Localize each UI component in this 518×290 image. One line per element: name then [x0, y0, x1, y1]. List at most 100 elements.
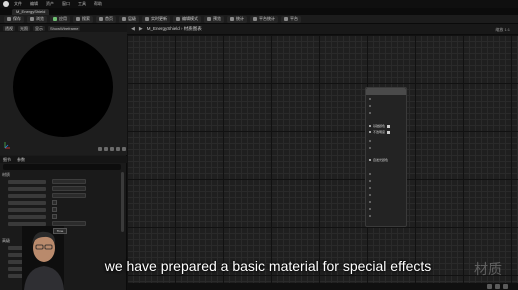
node-pin[interactable]: [369, 194, 371, 196]
node-pin[interactable]: [369, 215, 371, 217]
breadcrumb-asset[interactable]: M_EnergyShield: [147, 26, 180, 31]
save-button[interactable]: 保存: [4, 15, 24, 23]
section-advanced[interactable]: 高级: [2, 238, 10, 243]
stats-button[interactable]: 统计: [227, 15, 247, 23]
details-scrollbar[interactable]: [121, 172, 124, 232]
node-pin[interactable]: [369, 208, 371, 210]
live-update-button[interactable]: 实时更新: [142, 15, 170, 23]
toolbar: 保存 浏览 应用 搜索 首页 层级 实时更新 编辑模式 预览 统计 平台统计 平…: [0, 15, 518, 24]
viewport-show-button[interactable]: 显示: [33, 25, 45, 31]
watermark: 材质: [474, 262, 502, 278]
pin-base-color[interactable]: 基础颜色: [369, 124, 391, 128]
node-tooltip: Time: [53, 228, 67, 234]
axis-gizmo-icon: [4, 142, 10, 149]
content-drawer-icon[interactable]: [487, 284, 492, 289]
pin-opacity[interactable]: 不透明度: [369, 130, 391, 134]
graph-breadcrumb-bar: ◀ ▶ M_EnergyShield › 材质图表: [127, 24, 518, 35]
node-pin[interactable]: [369, 180, 371, 182]
pin-opacity-label: 不透明度: [373, 130, 386, 134]
preview-button-label: 预览: [213, 16, 221, 21]
source-control-icon[interactable]: [503, 284, 508, 289]
live-update-button-label: 实时更新: [151, 16, 167, 21]
apply-button-label: 应用: [59, 16, 67, 21]
browse-button[interactable]: 浏览: [27, 15, 47, 23]
node-pin[interactable]: [369, 98, 371, 100]
live-update-icon: [145, 17, 149, 21]
plane-preview-icon[interactable]: [110, 147, 114, 151]
property-label: [8, 208, 46, 212]
pin-checkbox-icon[interactable]: [387, 124, 391, 128]
platform-icon: [284, 17, 288, 21]
property-dropdown[interactable]: [52, 179, 86, 184]
property-label: [8, 201, 46, 205]
menu-window[interactable]: 窗口: [62, 1, 70, 7]
hierarchy-button[interactable]: 层级: [119, 15, 139, 23]
material-graph-canvas[interactable]: [127, 35, 518, 290]
platform-stats-button-label: 平台统计: [259, 16, 275, 21]
viewport-lit-button[interactable]: 光照: [18, 25, 30, 31]
menu-edit[interactable]: 编辑: [30, 1, 38, 7]
viewport-wireframe-button[interactable]: ShowWireframe: [48, 25, 81, 31]
tab-parameters[interactable]: 参数: [17, 157, 25, 163]
node-pin[interactable]: [369, 201, 371, 203]
unreal-logo-icon[interactable]: [3, 1, 9, 7]
node-pin[interactable]: [369, 105, 371, 107]
node-pin[interactable]: [369, 173, 371, 175]
menu-file[interactable]: 文件: [14, 1, 22, 7]
property-checkbox[interactable]: [52, 200, 57, 205]
hierarchy-icon: [122, 17, 126, 21]
platform-stats-button[interactable]: 平台统计: [250, 15, 278, 23]
node-title-bar[interactable]: [366, 88, 406, 95]
sphere-preview-icon[interactable]: [104, 147, 108, 151]
property-checkbox[interactable]: [52, 214, 57, 219]
details-search-input[interactable]: [3, 164, 121, 170]
viewport-shape-buttons: [98, 147, 126, 151]
section-material[interactable]: 材质: [2, 172, 10, 177]
pin-base-color-label: 基础颜色: [373, 124, 386, 128]
node-pin[interactable]: [369, 112, 371, 114]
stats-icon: [230, 17, 234, 21]
cube-preview-icon[interactable]: [116, 147, 120, 151]
apply-icon: [53, 17, 57, 21]
menu-tools[interactable]: 工具: [78, 1, 86, 7]
pin-checkbox-icon[interactable]: [387, 130, 391, 134]
back-arrow-icon[interactable]: ◀: [131, 26, 135, 32]
browse-icon: [30, 17, 34, 21]
breadcrumb-graph: 材质图表: [183, 26, 202, 31]
property-label: [8, 194, 46, 198]
menu-bar: 文件 编辑 资产 窗口 工具 帮助: [0, 0, 518, 8]
home-button[interactable]: 首页: [96, 15, 116, 23]
forward-arrow-icon[interactable]: ▶: [139, 26, 143, 32]
property-dropdown[interactable]: [52, 193, 86, 198]
property-label: [8, 215, 46, 219]
graph-zoom-label: 缩放 1:1: [495, 27, 510, 32]
menu-help[interactable]: 帮助: [94, 1, 102, 7]
save-button-label: 保存: [13, 16, 21, 21]
platform-button[interactable]: 平台: [281, 15, 301, 23]
node-pin[interactable]: [369, 147, 371, 149]
pin-emissive-color[interactable]: 自发光颜色: [369, 158, 388, 162]
pin-emissive-color-label: 自发光颜色: [373, 158, 389, 162]
viewport-perspective-button[interactable]: 透视: [3, 25, 15, 31]
preview-button[interactable]: 预览: [204, 15, 224, 23]
cylinder-preview-icon[interactable]: [98, 147, 102, 151]
node-pin[interactable]: [369, 140, 371, 142]
details-tab-row: 细节 参数: [0, 156, 127, 163]
property-label: [8, 187, 46, 191]
edit-mode-icon: [176, 17, 180, 21]
search-icon: [76, 17, 80, 21]
material-output-node[interactable]: 基础颜色 不透明度 自发光颜色: [365, 87, 407, 227]
teapot-preview-icon[interactable]: [122, 147, 126, 151]
search-button[interactable]: 搜索: [73, 15, 93, 23]
output-log-icon[interactable]: [495, 284, 500, 289]
menu-asset[interactable]: 资产: [46, 1, 54, 7]
property-dropdown[interactable]: [52, 186, 86, 191]
tab-details[interactable]: 细节: [3, 157, 11, 163]
edit-mode-button-label: 编辑模式: [182, 16, 198, 21]
browse-button-label: 浏览: [36, 16, 44, 21]
home-icon: [99, 17, 103, 21]
node-pin[interactable]: [369, 187, 371, 189]
apply-button[interactable]: 应用: [50, 15, 70, 23]
edit-mode-button[interactable]: 编辑模式: [173, 15, 201, 23]
property-checkbox[interactable]: [52, 207, 57, 212]
